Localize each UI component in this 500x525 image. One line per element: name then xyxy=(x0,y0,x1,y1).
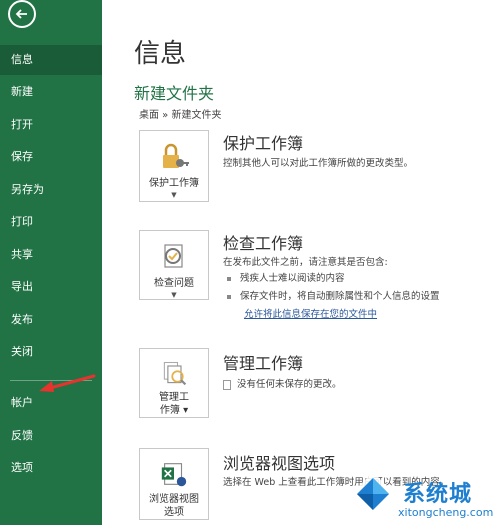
nav-item-options[interactable]: 选项 xyxy=(0,453,102,483)
check-issues-button[interactable]: 检查问题 ▼ xyxy=(139,230,209,300)
nav-item-new[interactable]: 新建 xyxy=(0,77,102,107)
back-arrow-icon xyxy=(15,9,27,19)
browser-view-options-button-label-2: 选项 xyxy=(164,507,184,518)
breadcrumb[interactable]: 桌面 » 新建文件夹 xyxy=(139,106,221,121)
nav-item-print[interactable]: 打印 xyxy=(0,207,102,237)
annotation-arrow-icon xyxy=(39,374,96,392)
page-title: 信息 xyxy=(134,39,187,69)
back-button[interactable] xyxy=(8,0,36,28)
manage-workbook-desc: 没有任何未保存的更改。 xyxy=(223,376,342,390)
check-issues-button-label: 检查问题 xyxy=(154,278,194,289)
manage-workbook-button-label-2: 作簿 ▾ xyxy=(159,405,189,416)
nav-item-save[interactable]: 保存 xyxy=(0,142,102,172)
backstage-sidebar: 信息 新建 打开 保存 另存为 打印 共享 导出 发布 关闭 帐户 反馈 选项 xyxy=(0,0,102,525)
manage-workbook-title: 管理工作簿 xyxy=(223,354,304,373)
browser-view-options-button-label-1: 浏览器视图 xyxy=(149,494,199,505)
lock-key-icon xyxy=(163,143,189,168)
nav-item-publish[interactable]: 发布 xyxy=(0,305,102,335)
chevron-down-icon: ▼ xyxy=(171,291,177,299)
document-icon xyxy=(223,379,231,390)
chevron-down-icon: ▼ xyxy=(171,191,177,199)
browser-view-options-title: 浏览器视图选项 xyxy=(223,454,336,473)
allow-save-info-link[interactable]: 允许将此信息保存在您的文件中 xyxy=(244,306,377,320)
nav-item-info[interactable]: 信息 xyxy=(0,45,102,75)
nav-item-save-as[interactable]: 另存为 xyxy=(0,175,102,205)
inspect-document-icon xyxy=(164,244,183,268)
nav-item-feedback[interactable]: 反馈 xyxy=(0,421,102,451)
nav-item-open[interactable]: 打开 xyxy=(0,110,102,140)
protect-workbook-title: 保护工作簿 xyxy=(223,134,304,153)
nav-item-share[interactable]: 共享 xyxy=(0,240,102,270)
document-name: 新建文件夹 xyxy=(134,84,215,103)
browser-view-options-button[interactable]: 浏览器视图 选项 xyxy=(139,448,209,520)
protect-workbook-button[interactable]: 保护工作簿 ▼ xyxy=(139,130,209,202)
manage-versions-icon xyxy=(163,361,187,386)
list-item: 残疾人士难以阅读的内容 xyxy=(227,270,345,284)
list-item: 保存文件时，将自动删除属性和个人信息的设置 xyxy=(227,288,440,302)
manage-workbook-button[interactable]: 管理工 作簿 ▾ xyxy=(139,348,209,418)
excel-web-icon xyxy=(161,463,187,487)
watermark-url: xitongcheng.com xyxy=(398,506,494,519)
manage-workbook-button-label-1: 管理工 xyxy=(159,392,189,403)
protect-workbook-desc: 控制其他人可以对此工作簿所做的更改类型。 xyxy=(223,158,414,169)
watermark-title: 系统城 xyxy=(403,482,473,507)
nav-item-export[interactable]: 导出 xyxy=(0,272,102,302)
protect-workbook-button-label: 保护工作簿 xyxy=(149,178,199,189)
inspect-workbook-title: 检查工作簿 xyxy=(223,234,304,253)
nav-item-close[interactable]: 关闭 xyxy=(0,337,102,367)
inspect-workbook-desc: 在发布此文件之前，请注意其是否包含: xyxy=(223,257,388,268)
